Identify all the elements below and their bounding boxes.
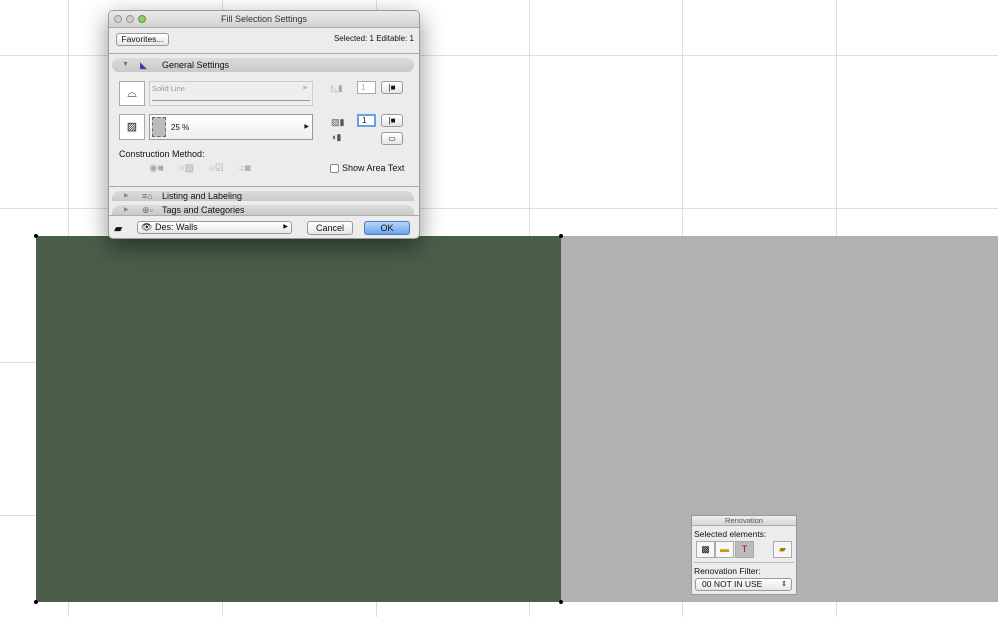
tags-categories-header[interactable]: ▶ ⊕▫ Tags and Categories [112, 205, 414, 215]
zoom-button[interactable] [138, 15, 146, 23]
fill-node[interactable] [559, 600, 563, 604]
contour-icon-button[interactable]: ⌓ [119, 81, 145, 106]
contour-line-button[interactable]: |■ [381, 81, 403, 94]
demolish-icon[interactable]: ▬ [715, 541, 734, 558]
line-type-value: Solid Line [152, 84, 185, 93]
background-pen-icon: ◖▮ [331, 132, 342, 142]
renovation-palette: Renovation Selected elements: ▩ ▬ T ▰ Re… [691, 515, 797, 595]
show-area-text-checkbox[interactable] [330, 164, 339, 173]
fill-type-select[interactable]: 25 % ▶ [149, 114, 313, 140]
section-title: Listing and Labeling [162, 191, 243, 201]
expanded-triangle-icon: ▼ [122, 61, 129, 68]
fill-node[interactable] [34, 600, 38, 604]
minimize-button[interactable] [126, 15, 134, 23]
show-area-text-label[interactable]: Show Area Text [342, 163, 404, 173]
renovation-settings-icon[interactable]: ▰ [773, 541, 792, 558]
selected-green-fill[interactable] [36, 236, 561, 602]
fill-node[interactable] [559, 234, 563, 238]
tags-icon: ⊕▫ [142, 205, 153, 215]
listing-labeling-header[interactable]: ▶ ≡⌂ Listing and Labeling [112, 191, 414, 201]
fill-pen-icon: ▨▮ [331, 117, 345, 127]
contour-pen-input[interactable]: 1 [357, 81, 376, 94]
new-elements-icon[interactable]: T [735, 541, 754, 558]
construction-method-label: Construction Method: [119, 149, 205, 159]
general-settings-header[interactable]: ▼ ◣ General Settings [112, 58, 414, 72]
fill-line-button[interactable]: |■ [381, 114, 403, 127]
renovation-titlebar[interactable]: Renovation [692, 516, 796, 526]
selected-elements-label: Selected elements: [694, 529, 767, 539]
ok-button[interactable]: OK [364, 221, 410, 235]
layer-value: Des: Walls [154, 222, 198, 232]
renovation-filter-value: 00 NOT IN USE [702, 579, 763, 589]
renovation-filter-select[interactable]: 00 NOT IN USE ⇕ [695, 578, 792, 591]
fill-icon: ◣ [140, 60, 147, 70]
layer-select[interactable]: 👁 Des: Walls ▶ [137, 221, 292, 234]
fill-pen-input[interactable]: 1 [357, 114, 376, 127]
line-type-select[interactable]: Solid Line ▶ [149, 81, 313, 106]
existing-elements-icon[interactable]: ▩ [696, 541, 715, 558]
fill-selection-settings-dialog: Fill Selection Settings Favorites... Sel… [108, 10, 420, 239]
construction-method-radios[interactable]: ◉■ ○▨ ○☑ ○◙ [149, 163, 251, 174]
fill-pattern-button[interactable]: ▨ [119, 114, 145, 140]
section-title: Tags and Categories [162, 205, 245, 215]
section-title: General Settings [162, 60, 230, 70]
close-button[interactable] [114, 15, 122, 23]
renovation-filter-label: Renovation Filter: [694, 566, 761, 576]
background-button[interactable]: ▭ [381, 132, 403, 145]
fill-node[interactable] [34, 234, 38, 238]
eye-icon: 👁 [141, 222, 153, 232]
dialog-titlebar[interactable]: Fill Selection Settings [109, 11, 419, 28]
favorites-button[interactable]: Favorites... [116, 33, 169, 46]
layer-icon: ▰ [114, 223, 123, 235]
cancel-button[interactable]: Cancel [307, 221, 353, 235]
listing-icon: ≡⌂ [142, 191, 153, 201]
fill-swatch [152, 117, 166, 137]
contour-pen-icon: ◺▮ [331, 83, 343, 93]
fill-value: 25 % [171, 123, 190, 132]
selection-status: Selected: 1 Editable: 1 [333, 34, 414, 43]
dialog-title: Fill Selection Settings [220, 14, 308, 24]
